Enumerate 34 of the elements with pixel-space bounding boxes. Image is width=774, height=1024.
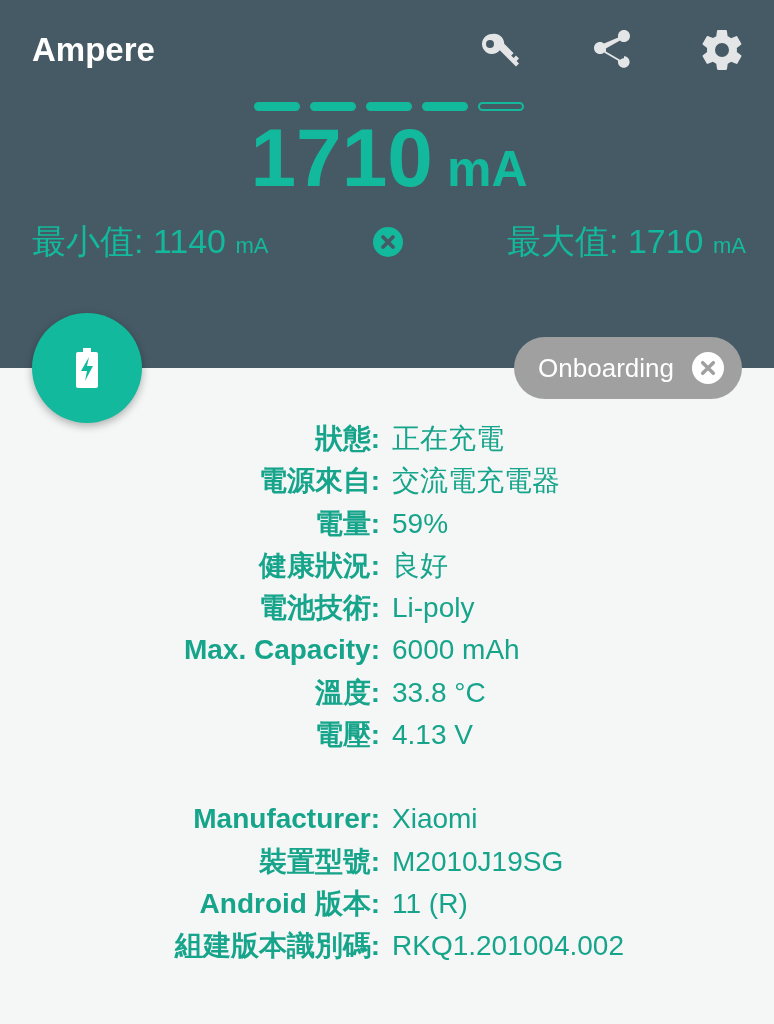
info-label: 組建版本識別碼:	[173, 929, 380, 964]
onboarding-chip[interactable]: Onboarding	[514, 337, 742, 399]
info-value: 正在充電	[392, 422, 505, 456]
battery-charging-icon	[76, 348, 98, 388]
info-value: RKQ1.201004.002	[392, 929, 625, 964]
info-label: 裝置型號:	[257, 844, 380, 879]
info-label: Android 版本:	[198, 886, 380, 921]
reset-icon[interactable]	[372, 227, 403, 257]
max-reading: 最大值: 1710 mA	[507, 221, 746, 262]
min-reading: 最小值: 1140 mA	[32, 221, 269, 262]
current-unit: mA	[446, 140, 528, 198]
info-value: 4.13 V	[392, 718, 474, 753]
info-label: Max. Capacity:	[182, 633, 380, 668]
info-value: 6000 mAh	[392, 633, 521, 668]
info-label: 溫度:	[313, 675, 380, 710]
info-label: 電池技術:	[257, 591, 380, 626]
info-value: 交流電充電器	[392, 464, 561, 499]
info-value: Xiaomi	[392, 802, 479, 837]
info-label: 電源來自:	[257, 464, 380, 499]
info-label: 電壓:	[313, 718, 380, 753]
info-value: Li-poly	[392, 591, 476, 626]
info-label: 健康狀況:	[257, 548, 380, 583]
info-value: M2010J19SG	[392, 844, 565, 879]
info-label: 電量:	[313, 506, 380, 541]
info-value: 33.8 °C	[392, 675, 487, 710]
info-label: 狀態:	[313, 422, 380, 456]
battery-button[interactable]	[32, 313, 142, 423]
info-value: 11 (R)	[392, 886, 469, 921]
info-label: Manufacturer:	[192, 802, 380, 837]
current-reading: 1710	[250, 117, 433, 199]
info-value: 59%	[392, 506, 450, 541]
close-icon[interactable]	[692, 352, 724, 384]
info-value: 良好	[392, 548, 449, 583]
app-title: Ampere	[32, 31, 156, 69]
